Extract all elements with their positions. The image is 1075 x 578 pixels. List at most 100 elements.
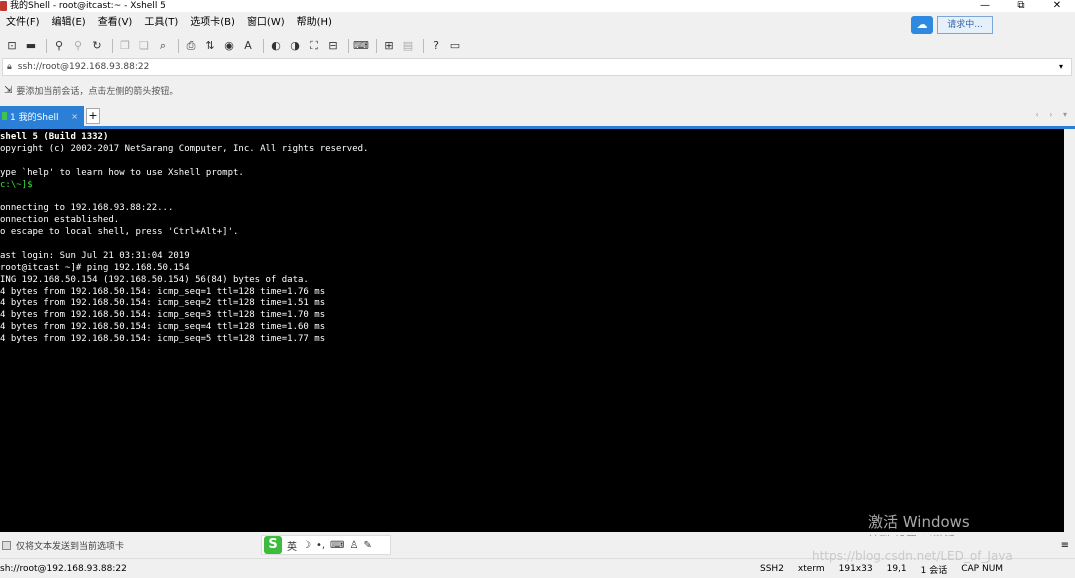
terminal-line: o escape to local shell, press 'Ctrl+Alt…	[0, 227, 239, 238]
terminal-line: onnection established.	[0, 215, 120, 226]
xshell-app-icon	[0, 1, 7, 11]
terminal-line: 4 bytes from 192.168.50.154: icmp_seq=4 …	[0, 322, 326, 333]
ime-settings-icon[interactable]: ✎	[363, 540, 371, 551]
fullscreen-icon[interactable]: ⛶	[306, 38, 322, 54]
session-hint-bar: ⇲ 要添加当前会话，点击左侧的箭头按钮。	[0, 82, 1075, 98]
title-bar: 我的Shell - root@itcast:~ - Xshell 5 — ⧉ ✕	[0, 0, 1075, 12]
terminal-output[interactable]: shell 5 (Build 1332) opyright (c) 2002-20…	[0, 129, 1064, 532]
tab-bar: 1 我的Shell × + ‹ › ▾	[0, 106, 1075, 126]
terminal-line: ype `help' to learn how to use Xshell pr…	[0, 167, 244, 178]
terminal-line: ING 192.168.50.154 (192.168.50.154) 56(8…	[0, 274, 309, 285]
blog-watermark: https://blog.csdn.net/LED_of_Java	[812, 549, 1013, 563]
layout-icon[interactable]: ▤	[400, 38, 416, 54]
toolbar-separator	[112, 39, 113, 53]
menu-edit[interactable]: 编辑(E)	[46, 14, 92, 32]
hint-text: 要添加当前会话，点击左侧的箭头按钮。	[16, 86, 179, 97]
new-tab-icon[interactable]: ⊞	[381, 38, 397, 54]
add-session-arrow-icon[interactable]: ⇲	[4, 85, 12, 96]
lock-icon[interactable]: ⊟	[325, 38, 341, 54]
menu-view[interactable]: 查看(V)	[92, 14, 139, 32]
ime-keyboard-icon[interactable]: ⌨	[330, 540, 344, 551]
keyboard-icon[interactable]: ⌨	[353, 38, 369, 54]
toolbar-separator	[46, 39, 47, 53]
ime-toolbar: S 英 ☽ •, ⌨ ♙ ✎	[261, 535, 391, 555]
activate-windows-title: 激活 Windows	[868, 513, 970, 531]
ime-lang-toggle[interactable]: 英	[287, 538, 297, 553]
toolbar: ⊡ ▬ ⚲ ⚲ ↻ ❐ ❏ ⌕ ⎙ ⇅ ◉ A ◐ ◑ ⛶ ⊟ ⌨ ⊞ ▤ ? …	[0, 36, 1075, 56]
terminal-line: shell 5 (Build 1332)	[0, 132, 109, 142]
terminal-line: 4 bytes from 192.168.50.154: icmp_seq=2 …	[0, 298, 326, 309]
compose-checkbox[interactable]	[2, 540, 11, 550]
ime-punctuation-icon[interactable]: •,	[316, 540, 325, 551]
lock-icon: 🔒︎	[7, 62, 12, 72]
cloud-sync-area: ☁ 请求中...	[911, 16, 993, 34]
tab-my-shell[interactable]: 1 我的Shell ×	[0, 106, 84, 126]
status-caps: CAP NUM	[961, 564, 1004, 574]
status-protocol: SSH2	[760, 564, 784, 574]
terminal-line: ast login: Sun Jul 21 03:31:04 2019	[0, 250, 190, 261]
status-size: 191x33	[838, 564, 873, 574]
terminal-scrollbar[interactable]	[1064, 129, 1075, 532]
compose-text: 仅将文本发送到当前选项卡	[16, 541, 125, 552]
scrollbar-thumb[interactable]	[1066, 133, 1073, 141]
print-icon[interactable]: ⎙	[183, 38, 199, 54]
help-icon[interactable]: ?	[428, 38, 444, 54]
compose-menu-icon[interactable]: ≡	[1061, 540, 1069, 551]
toolbar-separator	[263, 39, 264, 53]
menu-window[interactable]: 窗口(W)	[241, 14, 291, 32]
status-address: sh://root@192.168.93.88:22	[0, 563, 127, 574]
unlink-icon[interactable]: ⚲	[70, 38, 86, 54]
menu-tools[interactable]: 工具(T)	[138, 14, 184, 32]
window-controls: — ⧉ ✕	[967, 0, 1075, 12]
toolbar-separator	[178, 39, 179, 53]
status-cursor-position: 19,1	[886, 564, 907, 574]
toolbar-separator	[348, 39, 349, 53]
terminal-line: root@itcast ~]# ping 192.168.50.154	[0, 262, 190, 273]
toolbar-separator	[376, 39, 377, 53]
cloud-icon[interactable]: ☁	[911, 16, 933, 34]
menu-tab[interactable]: 选项卡(B)	[184, 14, 241, 32]
globe-icon[interactable]: ◉	[221, 38, 237, 54]
terminal-line: onnecting to 192.168.93.88:22...	[0, 203, 174, 214]
close-button[interactable]: ✕	[1039, 0, 1075, 12]
chat-icon[interactable]: ▭	[447, 38, 463, 54]
menu-help[interactable]: 帮助(H)	[291, 14, 338, 32]
transfer-icon[interactable]: ⇅	[202, 38, 218, 54]
sogou-ime-icon[interactable]: S	[264, 536, 282, 554]
color-scheme-icon[interactable]: ◐	[268, 38, 284, 54]
maximize-button[interactable]: ⧉	[1003, 0, 1039, 12]
terminal-line: opyright (c) 2002-2017 NetSarang Compute…	[0, 143, 369, 154]
address-value[interactable]: ssh://root@192.168.93.88:22	[18, 62, 150, 72]
font-icon[interactable]: A	[240, 38, 256, 54]
terminal-line: 4 bytes from 192.168.50.154: icmp_seq=5 …	[0, 334, 326, 345]
script-icon[interactable]: ◑	[287, 38, 303, 54]
new-session-icon[interactable]: ⊡	[4, 38, 20, 54]
minimize-button[interactable]: —	[967, 0, 1003, 12]
link-icon[interactable]: ⚲	[51, 38, 67, 54]
status-sessions: 1 会话	[920, 565, 948, 576]
terminal-line: 4 bytes from 192.168.50.154: icmp_seq=1 …	[0, 286, 326, 297]
ime-moon-icon[interactable]: ☽	[302, 540, 311, 551]
tab-label: 1 我的Shell	[10, 112, 59, 123]
window-title: 我的Shell - root@itcast:~ - Xshell 5	[10, 1, 166, 11]
ime-user-icon[interactable]: ♙	[349, 540, 358, 551]
menu-file[interactable]: 文件(F)	[0, 14, 46, 32]
tab-nav-arrows[interactable]: ‹ › ▾	[1036, 110, 1072, 119]
copy-icon[interactable]: ❐	[117, 38, 133, 54]
open-folder-icon[interactable]: ▬	[23, 38, 39, 54]
tab-close-icon[interactable]: ×	[71, 112, 78, 121]
request-button[interactable]: 请求中...	[937, 16, 993, 34]
toolbar-separator	[423, 39, 424, 53]
address-bar[interactable]: 🔒︎ ssh://root@192.168.93.88:22 ▾	[2, 58, 1072, 76]
status-terminal-type: xterm	[797, 564, 825, 574]
chevron-down-icon[interactable]: ▾	[1059, 59, 1063, 75]
add-tab-button[interactable]: +	[86, 108, 100, 124]
connection-status-icon	[2, 112, 7, 120]
terminal-line: 4 bytes from 192.168.50.154: icmp_seq=3 …	[0, 310, 326, 321]
find-icon[interactable]: ⌕	[155, 38, 171, 54]
paste-icon[interactable]: ❏	[136, 38, 152, 54]
reconnect-icon[interactable]: ↻	[89, 38, 105, 54]
